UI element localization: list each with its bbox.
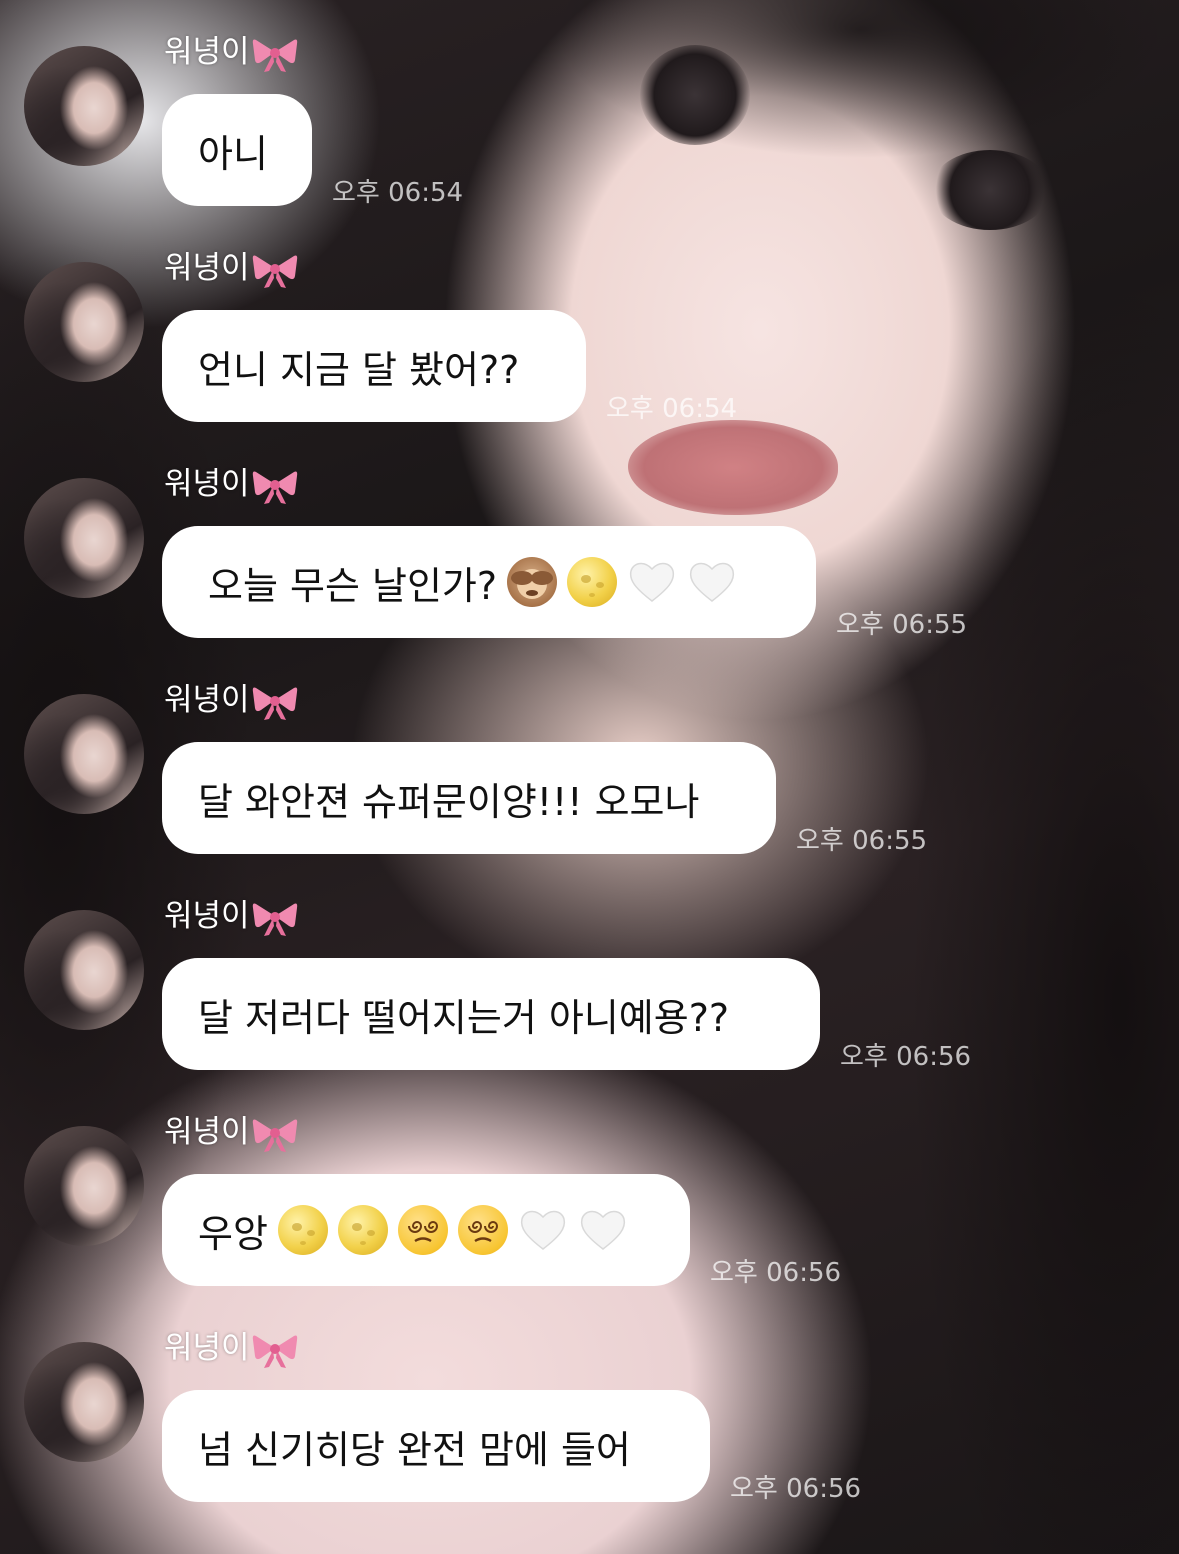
chat-message-list: 워녕이 아니 오후 06:54 워녕이 언니 지금 달 봤어?? 오후 06:5… [0, 0, 1179, 1554]
sender-name: 워녕이 [164, 248, 298, 290]
sender-name: 워녕이 [164, 1112, 298, 1154]
full-moon-face-icon [567, 557, 618, 607]
message-text: 넘 신기히당 완전 맘에 들어 [198, 1427, 631, 1472]
sender-name: 워녕이 [164, 32, 298, 74]
message-row: 워녕이 달 저러다 떨어지는거 아니예용?? 오후 06:56 [0, 864, 1179, 1080]
avatar[interactable] [24, 46, 144, 166]
message-bubble[interactable]: 달 와안젼 슈퍼문이양!!! 오모나 [162, 742, 776, 854]
sender-name: 워녕이 [164, 464, 298, 506]
message-row: 워녕이 달 와안젼 슈퍼문이양!!! 오모나 오후 06:55 [0, 648, 1179, 864]
message-row: 워녕이 아니 오후 06:54 [0, 0, 1179, 216]
white-heart-icon [627, 557, 677, 607]
message-time: 오후 06:55 [796, 826, 928, 856]
sender-name: 워녕이 [164, 896, 298, 938]
full-moon-face-icon [337, 1205, 388, 1255]
ribbon-icon [252, 466, 298, 506]
see-no-evil-monkey-icon [507, 557, 558, 607]
avatar[interactable] [24, 1342, 144, 1462]
ribbon-icon [252, 250, 298, 290]
ribbon-icon [252, 1114, 298, 1154]
message-bubble[interactable]: 달 저러다 떨어지는거 아니예용?? [162, 958, 820, 1070]
message-bubble[interactable]: 아니 [162, 94, 312, 206]
message-bubble[interactable]: 언니 지금 달 봤어?? [162, 310, 586, 422]
message-text: 아니 [198, 131, 268, 176]
ribbon-icon [252, 898, 298, 938]
white-heart-icon [687, 557, 737, 607]
avatar[interactable] [24, 478, 144, 598]
avatar[interactable] [24, 262, 144, 382]
dizzy-face-icon [397, 1205, 448, 1255]
message-text: 우앙 [198, 1211, 268, 1256]
message-time: 오후 06:56 [710, 1258, 842, 1288]
white-heart-icon [518, 1205, 568, 1255]
message-text: 달 와안젼 슈퍼문이양!!! 오모나 [198, 779, 700, 824]
message-time: 오후 06:56 [840, 1042, 972, 1072]
message-bubble[interactable]: 우앙 [162, 1174, 690, 1286]
white-heart-icon [578, 1205, 628, 1255]
message-text: 달 저러다 떨어지는거 아니예용?? [198, 995, 730, 1040]
message-row: 워녕이 오늘 무슨 날인가? 오후 06:55 [0, 432, 1179, 648]
ribbon-icon [252, 682, 298, 722]
avatar[interactable] [24, 910, 144, 1030]
full-moon-face-icon [277, 1205, 328, 1255]
dizzy-face-icon [457, 1205, 508, 1255]
message-bubble[interactable]: 오늘 무슨 날인가? [162, 526, 816, 638]
sender-name: 워녕이 [164, 1328, 298, 1370]
message-bubble[interactable]: 넘 신기히당 완전 맘에 들어 [162, 1390, 710, 1502]
message-text: 언니 지금 달 봤어?? [198, 347, 520, 392]
ribbon-icon [252, 1330, 298, 1370]
sender-name: 워녕이 [164, 680, 298, 722]
message-row: 워녕이 언니 지금 달 봤어?? 오후 06:54 [0, 216, 1179, 432]
message-time: 오후 06:54 [332, 178, 464, 208]
avatar[interactable] [24, 694, 144, 814]
avatar[interactable] [24, 1126, 144, 1246]
message-text: 오늘 무슨 날인가? [208, 563, 498, 608]
message-time: 오후 06:54 [606, 394, 738, 424]
ribbon-icon [252, 34, 298, 74]
message-row: 워녕이 넘 신기히당 완전 맘에 들어 오후 06:56 [0, 1296, 1179, 1512]
message-time: 오후 06:55 [836, 610, 968, 640]
message-time: 오후 06:56 [730, 1474, 862, 1504]
message-row: 워녕이 우앙 오후 06:56 [0, 1080, 1179, 1296]
